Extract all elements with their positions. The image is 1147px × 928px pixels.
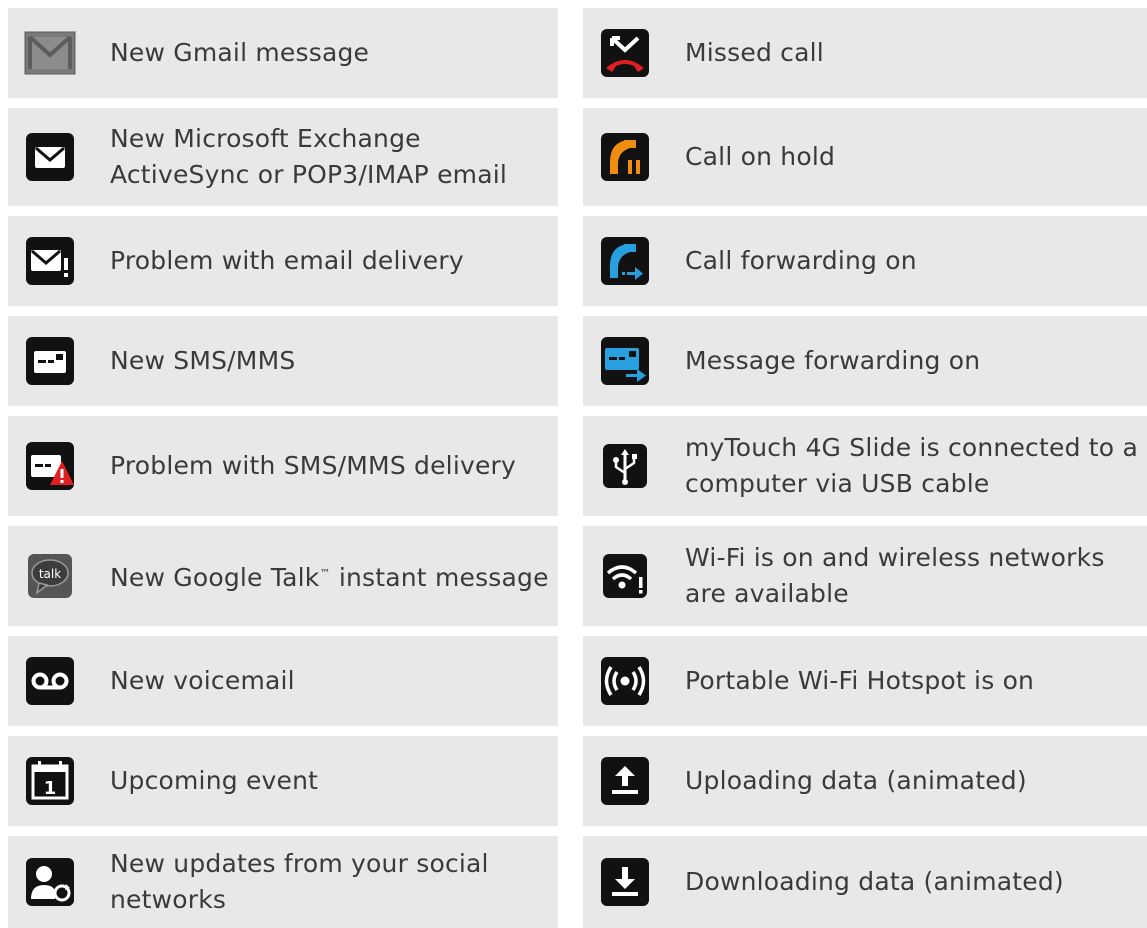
item-label: Upcoming event <box>110 766 319 795</box>
item-label: Problem with email delivery <box>110 246 464 275</box>
item-label: myTouch 4G Slide is connected to a compu… <box>685 433 1138 498</box>
notification-icons-table: New Gmail message New Microsoft Exchange… <box>0 0 1147 928</box>
list-item: Call forwarding on <box>583 216 1147 306</box>
calendar-icon: 1 <box>24 755 76 807</box>
talk-text: talk <box>39 567 61 581</box>
list-item: 1 Upcoming event <box>8 736 558 826</box>
item-label: Problem with SMS/MMS delivery <box>110 451 517 480</box>
message-forward-icon <box>599 335 651 387</box>
upload-icon <box>599 755 651 807</box>
item-label: New Gmail message <box>110 38 370 67</box>
item-label: Call on hold <box>685 142 836 171</box>
calendar-day: 1 <box>44 778 57 799</box>
item-label: Missed call <box>685 38 824 67</box>
item-label: Downloading data (animated) <box>685 867 1064 896</box>
list-item: Downloading data (animated) <box>583 836 1147 928</box>
list-item: Missed call <box>583 8 1147 98</box>
sms-problem-icon <box>24 440 76 492</box>
item-label: Portable Wi-Fi Hotspot is on <box>685 666 1035 695</box>
list-item: Uploading data (animated) <box>583 736 1147 826</box>
google-talk-icon: talk <box>24 550 76 602</box>
list-item: myTouch 4G Slide is connected to a compu… <box>583 416 1147 516</box>
gmail-icon <box>24 27 76 79</box>
item-label: Wi-Fi is on and wireless networks are av… <box>685 543 1105 608</box>
email-icon <box>24 131 76 183</box>
list-item: Problem with email delivery <box>8 216 558 306</box>
list-item: Message forwarding on <box>583 316 1147 406</box>
item-label: Call forwarding on <box>685 246 917 275</box>
item-label: New voicemail <box>110 666 295 695</box>
call-hold-icon <box>599 131 651 183</box>
item-label: New Google Talk™ instant message <box>110 563 549 593</box>
item-label: Message forwarding on <box>685 346 981 375</box>
list-item: Problem with SMS/MMS delivery <box>8 416 558 516</box>
list-item: New Microsoft Exchange ActiveSync or POP… <box>8 108 558 206</box>
wifi-available-icon <box>599 550 651 602</box>
item-label: New Microsoft Exchange ActiveSync or POP… <box>110 124 508 189</box>
missed-call-icon <box>599 27 651 79</box>
list-item: New SMS/MMS <box>8 316 558 406</box>
hotspot-icon <box>599 655 651 707</box>
usb-icon <box>599 440 651 492</box>
social-update-icon <box>24 856 76 908</box>
list-item: talk New Google Talk™ instant message <box>8 526 558 626</box>
voicemail-icon <box>24 655 76 707</box>
sms-icon <box>24 335 76 387</box>
list-item: New Gmail message <box>8 8 558 98</box>
email-problem-icon <box>24 235 76 287</box>
download-icon <box>599 856 651 908</box>
list-item: Wi-Fi is on and wireless networks are av… <box>583 526 1147 626</box>
item-label: Uploading data (animated) <box>685 766 1027 795</box>
list-item: New voicemail <box>8 636 558 726</box>
list-item: Portable Wi-Fi Hotspot is on <box>583 636 1147 726</box>
item-label: New updates from your social networks <box>110 849 489 914</box>
item-label: New SMS/MMS <box>110 346 296 375</box>
call-forward-icon <box>599 235 651 287</box>
list-item: New updates from your social networks <box>8 836 558 928</box>
list-item: Call on hold <box>583 108 1147 206</box>
